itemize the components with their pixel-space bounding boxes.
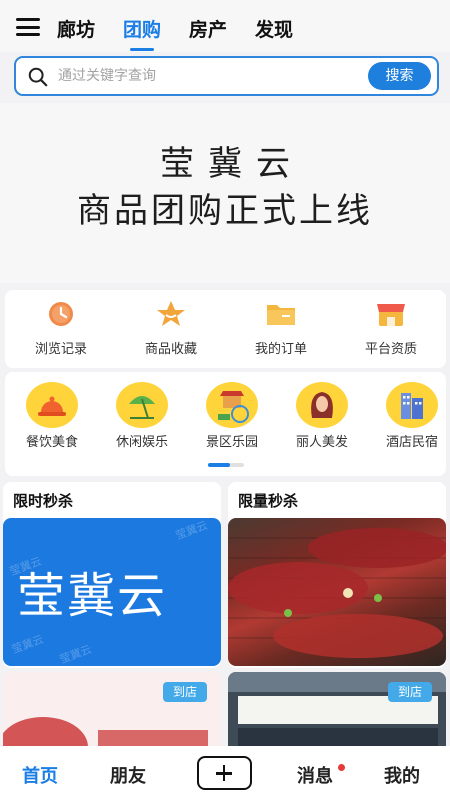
tab-discover[interactable]: 发现 <box>255 15 293 42</box>
tab-group-buy[interactable]: 团购 <box>123 15 161 51</box>
limited-sale-card[interactable]: 限量秒杀 <box>228 482 446 668</box>
banner-brand: 莹冀云 <box>160 144 304 184</box>
category-food[interactable]: 餐饮美食 <box>12 382 92 450</box>
nav-friends[interactable]: 朋友 <box>110 762 146 788</box>
nav-home[interactable]: 首页 <box>22 762 58 788</box>
search-icon <box>28 67 48 87</box>
leisure-umbrella-icon <box>116 382 168 428</box>
add-post-button[interactable] <box>197 756 252 790</box>
quick-link-label: 浏览记录 <box>34 342 87 357</box>
category-grid: 餐饮美食 休闲娱乐 景区乐园 丽人美发 酒店民宿 <box>5 372 446 476</box>
quick-link-label: 商品收藏 <box>144 342 197 357</box>
hotel-icon <box>386 382 438 428</box>
category-label: 丽人美发 <box>295 435 348 450</box>
quick-links: 浏览记录 商品收藏 我的订单 平台资质 <box>5 290 446 368</box>
store-card-1[interactable]: 到店 <box>3 672 221 752</box>
flash-sale-image[interactable]: 莹冀云 莹冀云 莹冀云 莹冀云 莹冀云 <box>3 518 221 666</box>
nav-tabs: 廊坊 团购 房产 发现 <box>57 15 321 51</box>
search-button[interactable]: 搜索 <box>368 62 431 90</box>
flash-sale-brand: 莹冀云 <box>17 568 168 624</box>
card-title: 限时秒杀 <box>13 492 74 510</box>
store-card-2[interactable]: 到店 <box>228 672 446 752</box>
card-title: 限量秒杀 <box>238 492 299 510</box>
nav-messages[interactable]: 消息 <box>297 762 333 788</box>
category-leisure[interactable]: 休闲娱乐 <box>102 382 182 450</box>
food-cloche-icon <box>26 382 78 428</box>
top-nav: 廊坊 团购 房产 发现 <box>0 0 450 52</box>
in-store-badge: 到店 <box>163 682 207 702</box>
category-label: 酒店民宿 <box>385 435 438 450</box>
quick-link-orders[interactable]: 我的订单 <box>231 300 331 357</box>
storefront-icon <box>377 304 405 326</box>
banner-headline: 商品团购正式上线 <box>77 191 373 231</box>
grill-grid <box>228 528 446 658</box>
category-pager <box>208 463 244 467</box>
watermark: 莹冀云 <box>9 632 46 657</box>
bottom-nav: 首页 朋友 消息 我的 <box>0 746 450 800</box>
history-icon <box>49 302 73 326</box>
in-store-badge: 到店 <box>388 682 432 702</box>
park-icon <box>206 382 258 428</box>
quick-link-label: 我的订单 <box>254 342 307 357</box>
menu-icon[interactable] <box>16 18 40 36</box>
watermark: 莹冀云 <box>57 642 94 666</box>
beauty-hair-icon <box>296 382 348 428</box>
search-bar: 搜索 <box>14 56 439 96</box>
favorite-icon <box>157 301 185 326</box>
tab-real-estate[interactable]: 房产 <box>189 15 227 42</box>
watermark: 莹冀云 <box>173 518 210 543</box>
search-input[interactable] <box>58 64 368 88</box>
grilled-meat-photo[interactable] <box>228 518 446 666</box>
quick-link-favorites[interactable]: 商品收藏 <box>121 300 221 357</box>
quick-link-qualification[interactable]: 平台资质 <box>341 300 441 357</box>
flash-sale-card[interactable]: 限时秒杀 莹冀云 莹冀云 莹冀云 莹冀云 莹冀云 <box>3 482 221 668</box>
tab-langfang[interactable]: 廊坊 <box>57 15 95 42</box>
category-hotel[interactable]: 酒店民宿 <box>372 382 446 450</box>
nav-profile[interactable]: 我的 <box>384 762 420 788</box>
quick-link-label: 平台资质 <box>364 342 417 357</box>
promo-banner[interactable]: 莹冀云 商品团购正式上线 <box>0 103 450 283</box>
category-park[interactable]: 景区乐园 <box>192 382 272 450</box>
category-label: 休闲娱乐 <box>115 435 168 450</box>
category-label: 景区乐园 <box>205 435 258 450</box>
category-beauty[interactable]: 丽人美发 <box>282 382 362 450</box>
unread-dot <box>338 764 345 771</box>
quick-link-history[interactable]: 浏览记录 <box>11 300 111 357</box>
category-label: 餐饮美食 <box>25 435 78 450</box>
order-folder-icon <box>267 305 295 325</box>
